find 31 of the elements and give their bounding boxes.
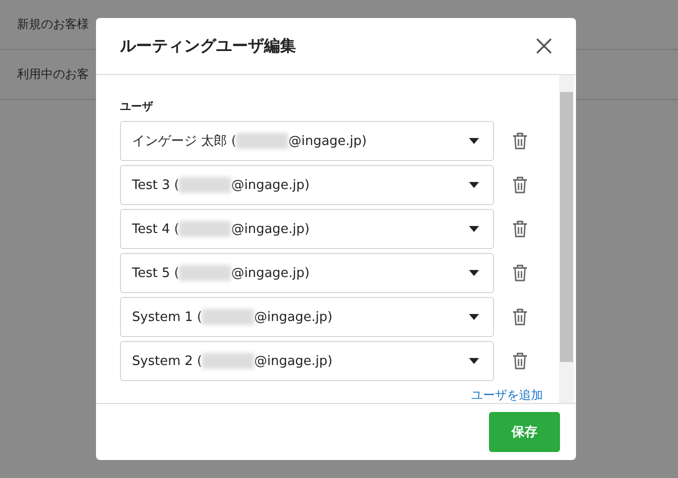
- redacted-block: [179, 221, 232, 237]
- redacted-block: [202, 353, 254, 369]
- user-select[interactable]: Test 5 ( @ingage.jp): [120, 253, 494, 293]
- redacted-block: [236, 133, 288, 149]
- redacted-block: [179, 265, 232, 281]
- trash-icon[interactable]: [512, 308, 528, 326]
- caret-icon: [469, 358, 479, 364]
- customer-category: 利用中のお客: [17, 66, 89, 83]
- trash-icon[interactable]: [512, 132, 528, 150]
- dialog-title: ルーティングユーザ編集: [120, 36, 296, 56]
- add-user-link[interactable]: ユーザを追加: [471, 387, 543, 404]
- caret-icon: [469, 314, 479, 320]
- user-select[interactable]: Test 3 ( @ingage.jp): [120, 165, 494, 205]
- customer-category: 新規のお客様: [17, 16, 89, 33]
- caret-icon: [469, 138, 479, 144]
- redacted-block: [202, 309, 254, 325]
- trash-icon[interactable]: [512, 352, 528, 370]
- caret-icon: [469, 270, 479, 276]
- close-button[interactable]: [534, 36, 554, 56]
- scrollbar[interactable]: [559, 75, 574, 403]
- redacted-block: [179, 177, 232, 193]
- caret-icon: [469, 182, 479, 188]
- trash-icon[interactable]: [512, 264, 528, 282]
- user-select[interactable]: System 1 ( @ingage.jp): [120, 297, 494, 337]
- user-select[interactable]: インゲージ 太郎 ( @ingage.jp): [120, 121, 494, 161]
- caret-icon: [469, 226, 479, 232]
- user-select[interactable]: Test 4 ( @ingage.jp): [120, 209, 494, 249]
- user-select[interactable]: System 2 ( @ingage.jp): [120, 341, 494, 381]
- trash-icon[interactable]: [512, 176, 528, 194]
- trash-icon[interactable]: [512, 220, 528, 238]
- field-label: ユーザ: [120, 99, 153, 114]
